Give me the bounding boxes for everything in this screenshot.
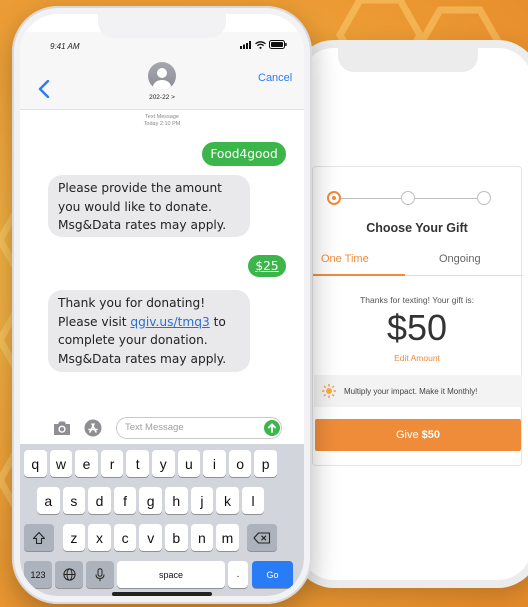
key-f[interactable]: f	[113, 487, 137, 514]
shift-icon	[32, 531, 46, 544]
avatar[interactable]	[148, 62, 176, 90]
person-icon	[153, 68, 171, 90]
signal-icon	[240, 40, 251, 49]
key-u[interactable]: u	[177, 450, 201, 477]
key-w[interactable]: w	[49, 450, 73, 477]
key-p[interactable]: p	[254, 450, 277, 477]
keyboard-row-1: q w e r t y u i o p	[20, 450, 304, 477]
key-l[interactable]: l	[241, 487, 265, 514]
globe-key[interactable]	[55, 561, 83, 588]
key-c[interactable]: c	[113, 524, 137, 551]
backspace-icon	[253, 531, 271, 544]
key-m[interactable]: m	[216, 524, 239, 551]
key-y[interactable]: y	[152, 450, 175, 477]
step-indicator	[327, 191, 497, 207]
period-key[interactable]: .	[228, 561, 248, 588]
key-a[interactable]: a	[37, 487, 60, 514]
give-button[interactable]: Give $50	[315, 419, 521, 451]
key-x[interactable]: x	[88, 524, 111, 551]
give-amount: $50	[421, 429, 440, 441]
donation-card: Choose Your Gift One Time Ongoing Thanks…	[312, 166, 523, 466]
donation-link[interactable]: qgiv.us/tmq3	[130, 315, 209, 329]
wifi-icon	[255, 40, 266, 49]
key-n[interactable]: n	[190, 524, 214, 551]
go-key[interactable]: Go	[252, 561, 293, 588]
monthly-text: Multiply your impact. Make it Monthly!	[344, 386, 478, 396]
dictation-key[interactable]	[86, 561, 114, 588]
form-title: Choose Your Gift	[366, 221, 468, 235]
key-k[interactable]: k	[216, 487, 239, 514]
key-j[interactable]: j	[190, 487, 214, 514]
key-b[interactable]: b	[165, 524, 188, 551]
key-t[interactable]: t	[126, 450, 149, 477]
key-q[interactable]: q	[24, 450, 47, 477]
key-v[interactable]: v	[139, 524, 162, 551]
messages-screen: 202-22 > Cancel 9:41 AM Text Message Tod…	[20, 14, 304, 596]
contact-name[interactable]: 202-22 >	[20, 94, 304, 101]
key-h[interactable]: h	[165, 487, 188, 514]
key-d[interactable]: d	[88, 487, 111, 514]
outgoing-message: Food4good	[202, 142, 286, 166]
compose-bar: Text Message	[20, 416, 304, 440]
step-1-dot	[327, 191, 341, 205]
thanks-text: Thanks for texting! Your gift is:	[360, 295, 474, 305]
delete-key[interactable]	[247, 524, 277, 551]
key-i[interactable]: i	[203, 450, 226, 477]
message-input[interactable]: Text Message	[116, 417, 282, 439]
thread-meta: Text Message Today 2:10 PM	[20, 114, 304, 128]
messages-phone: 202-22 > Cancel 9:41 AM Text Message Tod…	[12, 6, 312, 604]
incoming-message: Thank you for donating! Please visit qgi…	[48, 290, 250, 372]
outgoing-message[interactable]: $25	[248, 255, 286, 277]
microphone-icon	[95, 567, 105, 581]
key-g[interactable]: g	[139, 487, 162, 514]
keyboard-row-4: 123 space . Go	[20, 561, 304, 588]
key-z[interactable]: z	[62, 524, 86, 551]
sun-icon	[322, 384, 336, 398]
step-2-dot	[401, 191, 415, 205]
step-connector	[339, 198, 401, 199]
key-r[interactable]: r	[100, 450, 124, 477]
shift-key[interactable]	[24, 524, 54, 551]
app-store-icon[interactable]	[84, 419, 102, 437]
cancel-button[interactable]: Cancel	[258, 72, 292, 84]
edit-amount-link[interactable]: Edit Amount	[313, 353, 521, 363]
globe-icon	[62, 568, 76, 581]
donation-screen: Choose Your Gift One Time Ongoing Thanks…	[300, 48, 528, 580]
space-key[interactable]: space	[117, 561, 225, 588]
keyboard: q w e r t y u i o p a s d f g h j k l z …	[20, 444, 304, 596]
tab-ongoing[interactable]: Ongoing	[439, 253, 481, 265]
step-connector	[415, 198, 477, 199]
active-tab-indicator	[313, 274, 405, 276]
phone-notch	[338, 48, 478, 72]
numbers-key[interactable]: 123	[24, 561, 52, 588]
thread-type: Text Message	[145, 114, 179, 120]
camera-icon[interactable]	[52, 420, 72, 436]
donation-phone: Choose Your Gift One Time Ongoing Thanks…	[292, 40, 528, 588]
phone-notch	[98, 14, 226, 38]
status-time: 9:41 AM	[50, 42, 80, 51]
tab-one-time[interactable]: One Time	[321, 253, 369, 265]
give-label: Give	[396, 429, 419, 441]
key-o[interactable]: o	[228, 450, 252, 477]
step-3-dot	[477, 191, 491, 205]
key-s[interactable]: s	[62, 487, 86, 514]
keyboard-row-2: a s d f g h j k l	[20, 487, 304, 514]
home-indicator[interactable]	[112, 592, 212, 596]
gift-amount: $50	[386, 307, 448, 348]
key-e[interactable]: e	[75, 450, 98, 477]
thread-timestamp: Today 2:10 PM	[143, 121, 181, 127]
monthly-upsell[interactable]: Multiply your impact. Make it Monthly!	[314, 375, 522, 407]
tab-divider	[405, 275, 523, 276]
incoming-message: Please provide the amount you would like…	[48, 175, 250, 237]
frequency-tabs: One Time Ongoing	[313, 251, 523, 277]
arrow-up-icon	[267, 423, 277, 433]
battery-icon	[269, 40, 287, 49]
status-icons	[240, 40, 287, 49]
keyboard-row-3: z x c v b n m	[20, 524, 304, 551]
send-button[interactable]	[264, 420, 280, 436]
